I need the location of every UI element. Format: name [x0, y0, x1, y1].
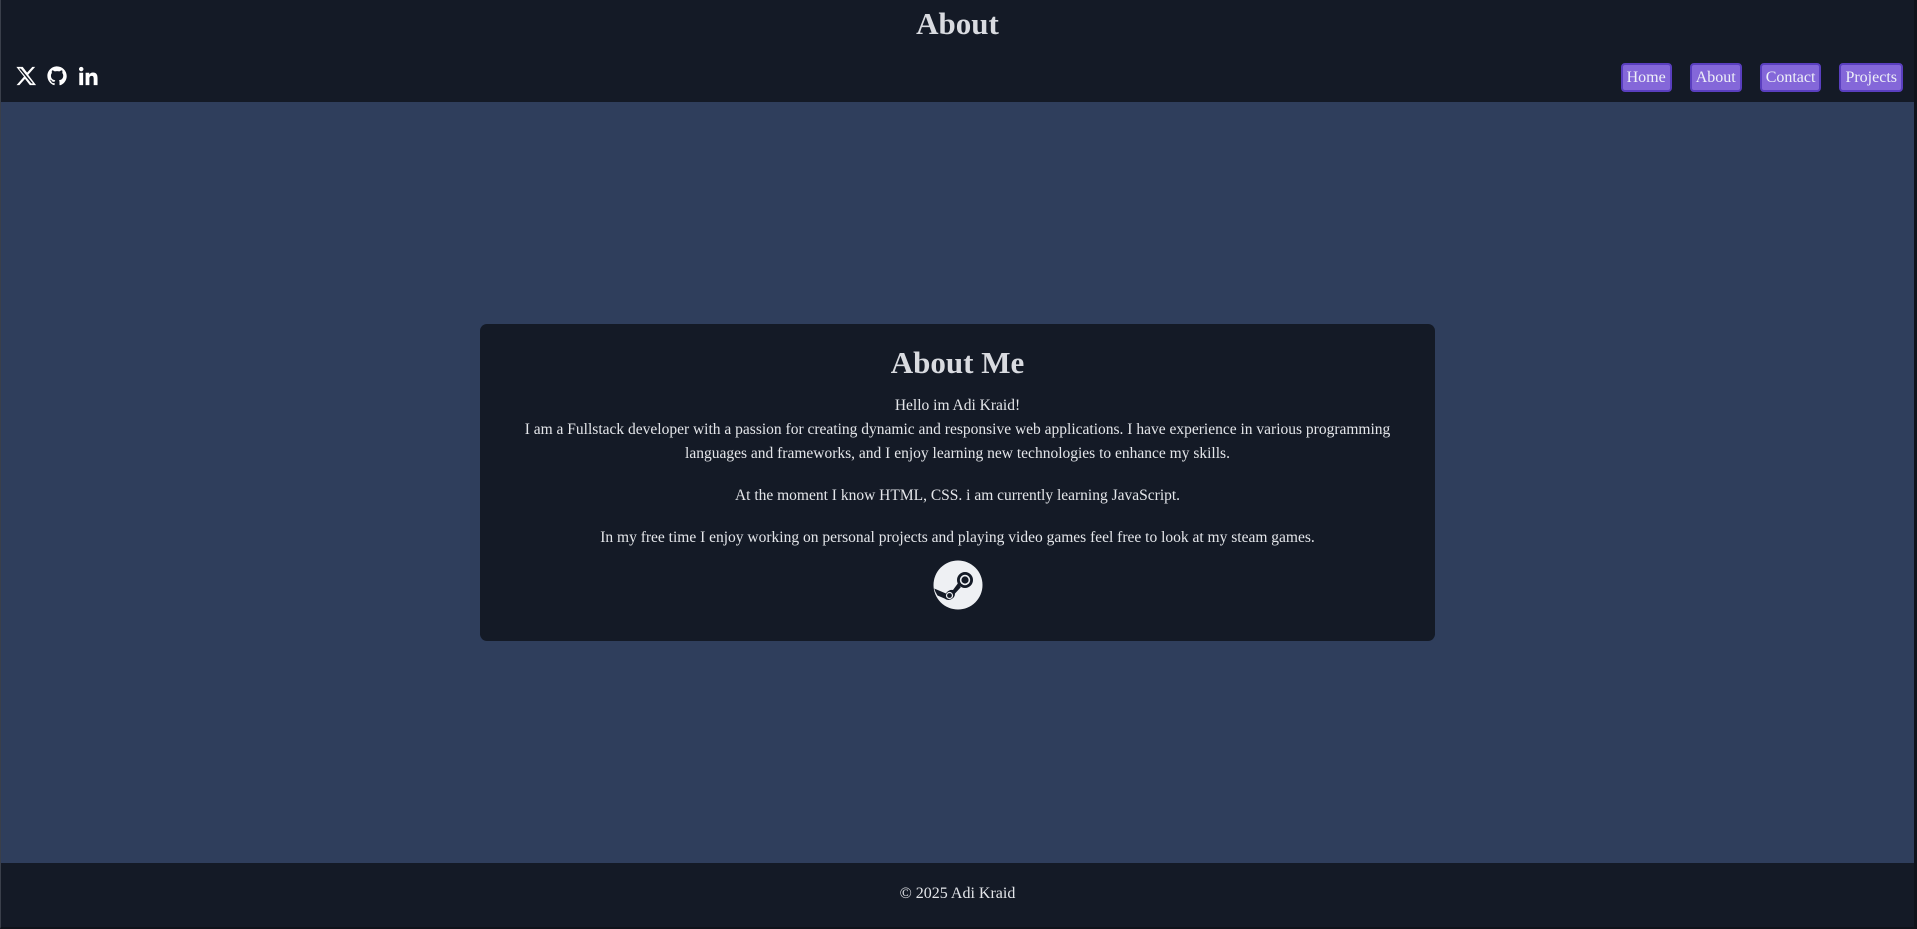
main-nav: Home About Contact Projects	[1620, 63, 1903, 92]
github-icon	[47, 66, 67, 86]
nav-home-button[interactable]: Home	[1620, 63, 1672, 92]
site-header: About Home About Contact Projects	[1, 0, 1914, 102]
x-twitter-link[interactable]	[15, 64, 37, 88]
site-footer: © 2025 Adi Kraid	[1, 863, 1914, 927]
linkedin-link[interactable]	[77, 64, 99, 88]
steam-icon	[933, 560, 982, 610]
social-links	[15, 64, 99, 88]
github-link[interactable]	[46, 64, 68, 88]
about-card: About Me Hello im Adi Kraid! I am a Full…	[480, 324, 1435, 641]
hobbies-paragraph: In my free time I enjoy working on perso…	[600, 529, 1315, 546]
copyright-text: © 2025 Adi Kraid	[899, 885, 1016, 902]
intro-text: I am a Fullstack developer with a passio…	[524, 421, 1391, 462]
skills-paragraph: At the moment I know HTML, CSS. i am cur…	[734, 487, 1181, 504]
intro-paragraph: Hello im Adi Kraid! I am a Fullstack dev…	[480, 394, 1435, 466]
linkedin-icon	[78, 66, 98, 86]
page-title: About	[916, 6, 999, 41]
greeting-text: Hello im Adi Kraid!	[894, 397, 1021, 414]
nav-contact-button[interactable]: Contact	[1759, 63, 1822, 92]
nav-projects-button[interactable]: Projects	[1839, 63, 1903, 92]
main-content: About Me Hello im Adi Kraid! I am a Full…	[1, 102, 1914, 863]
about-heading: About Me	[890, 345, 1025, 380]
nav-about-button[interactable]: About	[1689, 63, 1742, 92]
page: About Home About Contact Projects About …	[0, 0, 1917, 929]
x-twitter-icon	[16, 66, 37, 86]
steam-link[interactable]	[933, 560, 983, 610]
